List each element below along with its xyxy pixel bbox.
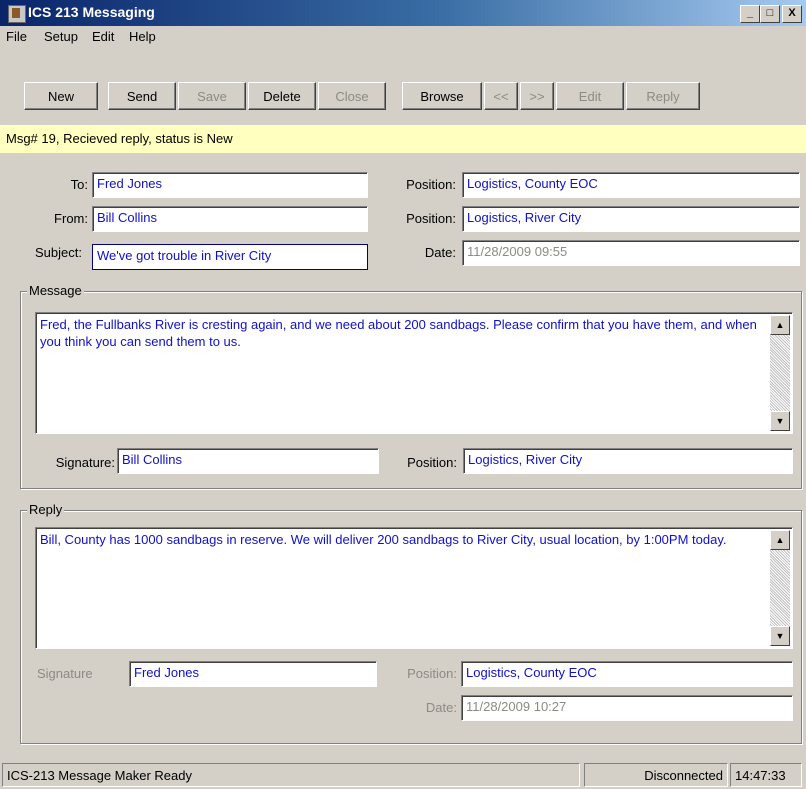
reply-position-label: Position: [407, 666, 457, 681]
menu-bar: File Setup Edit Help [0, 26, 806, 48]
toolbar: New Send Save Delete Close Browse << >> … [0, 48, 806, 124]
minimize-button[interactable]: _ [740, 5, 760, 23]
reply-body[interactable]: Bill, County has 1000 sandbags in reserv… [35, 527, 793, 649]
reply-scrollbar[interactable]: ▲ ▼ [770, 530, 790, 646]
menu-help[interactable]: Help [129, 29, 156, 44]
date-label: Date: [424, 245, 456, 260]
next-button[interactable]: >> [520, 82, 554, 110]
message-group-title: Message [27, 283, 84, 298]
previous-button[interactable]: << [484, 82, 518, 110]
from-position-field[interactable]: Logistics, River City [462, 206, 800, 232]
menu-file[interactable]: File [6, 29, 27, 44]
scroll-down-icon[interactable]: ▼ [770, 411, 790, 431]
message-scrollbar[interactable]: ▲ ▼ [770, 315, 790, 431]
reply-scroll-up-icon[interactable]: ▲ [770, 530, 790, 550]
reply-scroll-down-icon[interactable]: ▼ [770, 626, 790, 646]
scroll-up-icon[interactable]: ▲ [770, 315, 790, 335]
browse-button[interactable]: Browse [402, 82, 482, 110]
clock-display: 14:47:33 [730, 763, 802, 787]
message-position-label: Position: [407, 455, 457, 470]
message-position-field[interactable]: Logistics, River City [463, 448, 793, 474]
from-label: From: [54, 211, 88, 226]
reply-date-field: 11/28/2009 10:27 [461, 695, 793, 721]
date-field: 11/28/2009 09:55 [462, 240, 800, 266]
reply-signature-field[interactable]: Fred Jones [129, 661, 377, 687]
reply-body-text: Bill, County has 1000 sandbags in reserv… [40, 532, 727, 547]
close-window-button[interactable]: X [782, 5, 802, 23]
reply-date-label: Date: [425, 700, 457, 715]
window-title: ICS 213 Messaging [28, 4, 155, 20]
message-group: Message Fred, the Fullbanks River is cre… [20, 283, 802, 489]
reply-position-field[interactable]: Logistics, County EOC [461, 661, 793, 687]
menu-setup[interactable]: Setup [44, 29, 78, 44]
message-body[interactable]: Fred, the Fullbanks River is cresting ag… [35, 312, 793, 434]
to-field[interactable]: Fred Jones [92, 172, 368, 198]
from-field[interactable]: Bill Collins [92, 206, 368, 232]
signature-label: Signature: [55, 455, 115, 470]
from-position-label: Position: [406, 211, 456, 226]
message-body-text: Fred, the Fullbanks River is cresting ag… [40, 317, 757, 349]
reply-group: Reply Bill, County has 1000 sandbags in … [20, 502, 802, 744]
app-icon [8, 5, 26, 23]
signature-field[interactable]: Bill Collins [117, 448, 379, 474]
edit-button[interactable]: Edit [556, 82, 624, 110]
status-bar: ICS-213 Message Maker Ready Disconnected… [0, 761, 806, 789]
message-status-strip: Msg# 19, Recieved reply, status is New [0, 125, 806, 153]
to-position-field[interactable]: Logistics, County EOC [462, 172, 800, 198]
maximize-button[interactable]: □ [760, 5, 780, 23]
menu-edit[interactable]: Edit [92, 29, 114, 44]
new-button[interactable]: New [24, 82, 98, 110]
send-button[interactable]: Send [108, 82, 176, 110]
to-label: To: [70, 177, 88, 192]
reply-button[interactable]: Reply [626, 82, 700, 110]
save-button[interactable]: Save [178, 82, 246, 110]
connection-status: Disconnected [584, 763, 728, 787]
subject-field[interactable]: We've got trouble in River City [92, 244, 368, 270]
to-position-label: Position: [406, 177, 456, 192]
reply-group-title: Reply [27, 502, 65, 517]
app-window: ICS 213 Messaging _ □ X File Setup Edit … [0, 0, 806, 789]
title-bar[interactable]: ICS 213 Messaging _ □ X [0, 0, 806, 26]
delete-button[interactable]: Delete [248, 82, 316, 110]
status-ready-text: ICS-213 Message Maker Ready [2, 763, 580, 787]
reply-signature-label: Signature [37, 666, 93, 681]
message-status-text: Msg# 19, Recieved reply, status is New [6, 131, 233, 146]
close-button[interactable]: Close [318, 82, 386, 110]
subject-label: Subject: [35, 245, 82, 260]
